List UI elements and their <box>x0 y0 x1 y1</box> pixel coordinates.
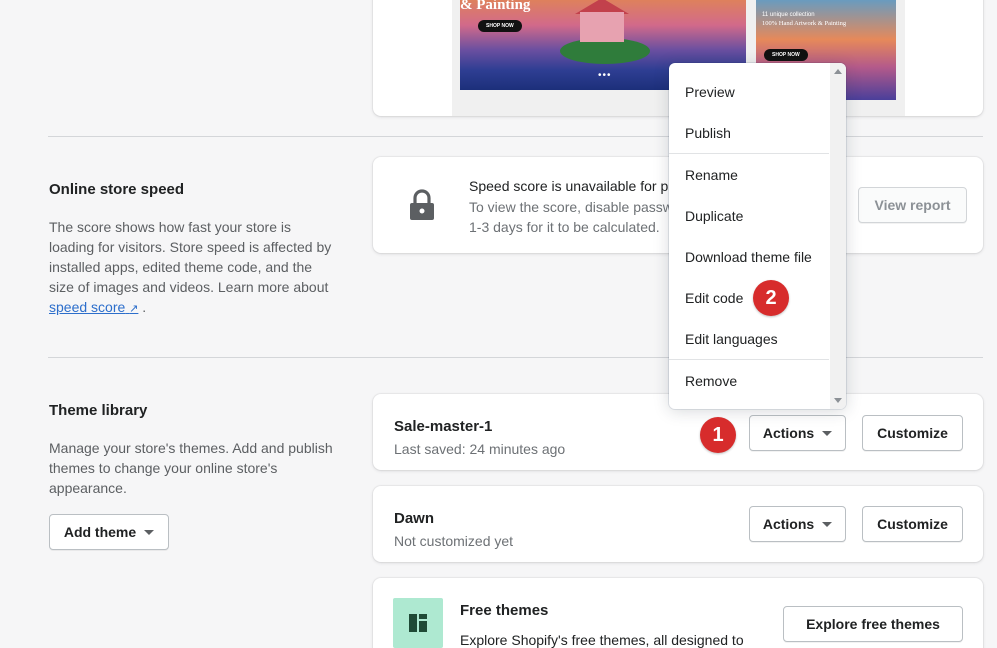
chevron-down-icon <box>822 430 833 436</box>
speed-card-heading: Speed score is unavailable for pr <box>469 178 673 194</box>
actions-button[interactable]: Actions <box>749 506 846 542</box>
speed-score-link-text: speed score <box>49 299 126 315</box>
speed-section-title: Online store speed <box>49 181 185 198</box>
scroll-up-arrow-icon[interactable] <box>834 69 842 74</box>
free-themes-card: Free themes Explore Shopify's free theme… <box>373 578 983 648</box>
mobile-shop-now: SHOP NOW <box>764 49 808 61</box>
free-themes-title: Free themes <box>460 602 549 619</box>
theme-layout-icon <box>393 598 443 648</box>
theme-status: Not customized yet <box>394 533 514 549</box>
chevron-down-icon <box>822 521 833 527</box>
speed-description-text: The score shows how fast your store is l… <box>49 219 332 295</box>
desktop-shop-now: SHOP NOW <box>478 20 522 32</box>
menu-item-preview[interactable]: Preview <box>669 71 829 112</box>
view-report-button[interactable]: View report <box>858 187 967 223</box>
step-badge-2: 2 <box>753 280 789 316</box>
scroll-down-arrow-icon[interactable] <box>834 398 842 403</box>
menu-item-rename[interactable]: Rename <box>669 154 829 195</box>
menu-scrollbar[interactable] <box>830 63 846 409</box>
menu-item-download-theme-file[interactable]: Download theme file <box>669 236 829 277</box>
menu-item-edit-languages[interactable]: Edit languages <box>669 318 829 359</box>
chevron-down-icon <box>144 529 155 535</box>
speed-score-link[interactable]: speed score ↗ <box>49 299 138 315</box>
speed-card-body-2: 1-3 days for it to be calculated. <box>469 219 660 235</box>
theme-library-title: Theme library <box>49 402 148 419</box>
customize-button[interactable]: Customize <box>862 506 963 542</box>
step-badge-1: 1 <box>700 417 736 453</box>
menu-item-duplicate[interactable]: Duplicate <box>669 195 829 236</box>
free-themes-description: Explore Shopify's free themes, all desig… <box>460 632 744 648</box>
theme-name: Sale-master-1 <box>394 418 493 435</box>
desktop-preview-title: & Painting <box>460 0 531 13</box>
theme-card-dawn: Dawn Not customized yet Actions Customiz… <box>373 486 983 562</box>
speed-description-period: . <box>142 299 147 315</box>
actions-label: Actions <box>762 516 815 532</box>
speed-section-description: The score shows how fast your store is l… <box>49 217 339 319</box>
lock-icon <box>407 189 437 226</box>
carousel-dots: ••• <box>598 70 612 81</box>
customize-button[interactable]: Customize <box>862 415 963 451</box>
theme-status: Last saved: 24 minutes ago <box>394 441 566 457</box>
menu-item-publish[interactable]: Publish <box>669 112 829 153</box>
add-theme-button[interactable]: Add theme <box>49 514 169 550</box>
theme-library-description: Manage your store's themes. Add and publ… <box>49 440 333 496</box>
speed-card-body: To view the score, disable passw <box>469 199 673 215</box>
house-illustration <box>580 12 624 42</box>
external-link-icon: ↗ <box>129 303 139 315</box>
menu-item-edit-code[interactable]: Edit code <box>669 277 829 318</box>
actions-button[interactable]: Actions <box>749 415 846 451</box>
actions-dropdown-menu: Preview Publish Rename Duplicate Downloa… <box>669 63 846 409</box>
explore-free-themes-button[interactable]: Explore free themes <box>783 606 963 642</box>
mobile-preview-title: 100% Hand Artwork & Painting <box>762 20 847 27</box>
mobile-preview-tag: 11 unique collection <box>762 12 815 18</box>
actions-label: Actions <box>762 425 815 441</box>
menu-item-remove[interactable]: Remove <box>669 360 829 401</box>
theme-name: Dawn <box>394 510 435 527</box>
add-theme-label: Add theme <box>63 524 137 540</box>
